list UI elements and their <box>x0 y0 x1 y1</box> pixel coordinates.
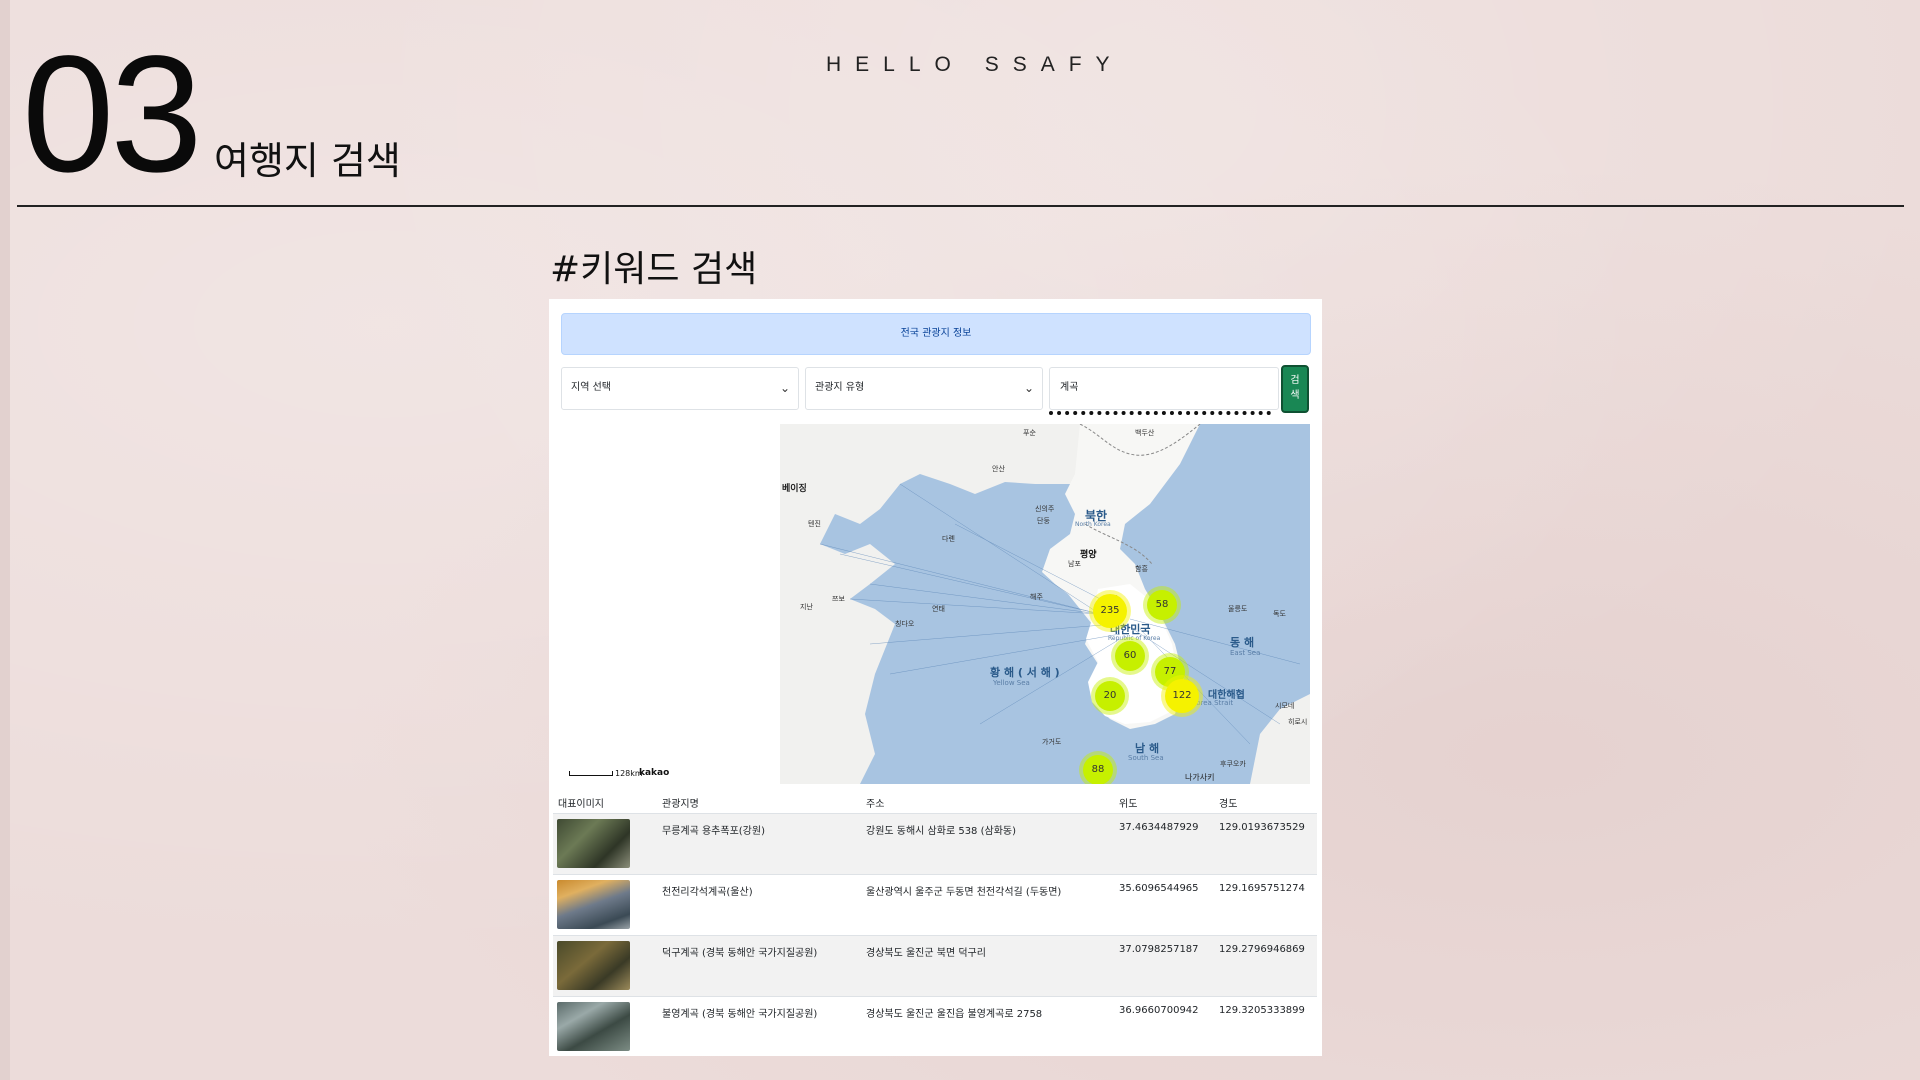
attraction-name: 무릉계곡 용추폭포(강원) <box>662 826 765 837</box>
map-place-label: 울릉도 <box>1228 605 1248 613</box>
map-place-label: 히로시 <box>1288 718 1308 726</box>
attraction-name: 덕구계곡 (경북 동해안 국가지질공원) <box>662 948 818 959</box>
attraction-longitude: 129.0193673529 <box>1219 822 1305 833</box>
region-select-label: 지역 선택 <box>571 382 611 393</box>
map-place-label: 백두산 <box>1135 429 1155 437</box>
map-place-label: 후쿠오카 <box>1220 760 1246 768</box>
slide-number: 03 <box>22 22 203 207</box>
info-banner: 전국 관광지 정보 <box>561 313 1311 355</box>
map-view[interactable]: 베이징 텐진 다롄 지난 쯔보 칭다오 안산 단둥 신의주 북한 North Korea 평양 남포 함흥… <box>780 424 1310 784</box>
column-header: 위도 <box>1119 799 1138 810</box>
map-place-label: 안산 <box>992 465 1005 473</box>
map-place-label: 칭다오 <box>895 620 915 628</box>
attraction-thumbnail <box>557 1002 630 1051</box>
map-blank-area <box>561 424 780 784</box>
kakao-logo: kakao <box>639 768 670 778</box>
attraction-thumbnail <box>557 941 630 990</box>
attraction-name: 불영계곡 (경북 동해안 국가지질공원) <box>662 1009 818 1020</box>
table-row[interactable]: 덕구계곡 (경북 동해안 국가지질공원) 경상북도 울진군 북면 덕구리 37.… <box>553 935 1317 996</box>
map-place-label: 베이징 <box>782 484 807 494</box>
map-place-label: 해주 <box>1030 593 1043 601</box>
marker-cluster-count: 58 <box>1147 590 1177 620</box>
type-select[interactable]: 관광지 유형 ⌄ <box>805 367 1043 410</box>
map-place-label: 황 해 ( 서 해 ) <box>990 666 1060 679</box>
column-header: 관광지명 <box>662 799 699 810</box>
attraction-latitude: 36.9660700942 <box>1119 1005 1199 1016</box>
map-place-label: East Sea <box>1230 649 1261 657</box>
column-header: 주소 <box>866 799 885 810</box>
chevron-down-icon: ⌄ <box>779 381 790 395</box>
attraction-latitude: 37.4634487929 <box>1119 822 1199 833</box>
attraction-address: 강원도 동해시 삼화로 538 (삼화동) <box>866 826 1017 837</box>
marker-cluster-count: 122 <box>1165 679 1199 713</box>
map-place-label: 함흥 <box>1135 565 1148 573</box>
attraction-longitude: 129.1695751274 <box>1219 883 1305 894</box>
attraction-address: 경상북도 울진군 울진읍 불영계곡로 2758 <box>866 1009 1043 1020</box>
table-row[interactable]: 천전리각석계곡(울산) 울산광역시 울주군 두동면 천전각석길 (두동면) 35… <box>553 874 1317 935</box>
map-place-label: 쯔보 <box>832 595 845 603</box>
keyword-input[interactable]: 계곡 <box>1049 367 1279 410</box>
attraction-name: 천전리각석계곡(울산) <box>662 887 753 898</box>
marker-cluster-count: 60 <box>1115 641 1145 671</box>
marker-cluster-count: 235 <box>1093 594 1127 628</box>
slide-edge <box>0 0 10 1080</box>
map-place-label: 신의주 <box>1035 505 1055 513</box>
map-place-label: 평양 <box>1080 550 1097 560</box>
marker-cluster-count: 88 <box>1083 755 1113 784</box>
attraction-latitude: 37.0798257187 <box>1119 944 1199 955</box>
table-row[interactable]: 무릉계곡 용추폭포(강원) 강원도 동해시 삼화로 538 (삼화동) 37.4… <box>553 813 1317 874</box>
map-place-label: 독도 <box>1273 610 1286 618</box>
map-place-label: 가거도 <box>1042 738 1062 746</box>
attraction-address: 경상북도 울진군 북면 덕구리 <box>866 948 986 959</box>
map-place-label: South Sea <box>1128 754 1164 762</box>
map-place-label: 남포 <box>1068 560 1081 568</box>
column-header: 대표이미지 <box>558 799 604 810</box>
attraction-longitude: 129.2796946869 <box>1219 944 1305 955</box>
map-place-label: 단둥 <box>1037 517 1050 525</box>
attraction-address: 울산광역시 울주군 두동면 천전각석길 (두동면) <box>866 887 1062 898</box>
chevron-down-icon: ⌄ <box>1023 381 1034 395</box>
map-place-label: 텐진 <box>808 520 821 528</box>
map-place-label: 연태 <box>932 605 945 613</box>
type-select-label: 관광지 유형 <box>815 382 865 393</box>
map-place-label: 다롄 <box>942 535 955 543</box>
search-button[interactable]: 검색 <box>1281 365 1309 413</box>
attraction-thumbnail <box>557 880 630 929</box>
map-place-label: 시모네 <box>1275 702 1295 710</box>
map-place-label: North Korea <box>1075 521 1111 528</box>
table-row[interactable]: 불영계곡 (경북 동해안 국가지질공원) 경상북도 울진군 울진읍 불영계곡로 … <box>553 996 1317 1056</box>
marker-cluster-count: 20 <box>1095 681 1125 711</box>
map-place-label: 나가사키 <box>1185 773 1215 782</box>
section-title: #키워드 검색 <box>550 249 758 290</box>
attraction-longitude: 129.3205333899 <box>1219 1005 1305 1016</box>
region-select[interactable]: 지역 선택 ⌄ <box>561 367 799 410</box>
column-header: 경도 <box>1219 799 1238 810</box>
table-header: 대표이미지 관광지명 주소 위도 경도 <box>549 789 1322 813</box>
map-place-label: 지난 <box>800 603 813 611</box>
focus-indicator <box>1049 411 1271 415</box>
map-place-label: 동 해 <box>1230 636 1255 649</box>
search-button-label: 검색 <box>1290 375 1300 401</box>
brand-text: HELLO SSAFY <box>826 53 1124 76</box>
map-place-label: 푸순 <box>1023 429 1036 437</box>
slide-title: 여행지 검색 <box>214 139 401 183</box>
map-place-label: Yellow Sea <box>993 679 1030 687</box>
header-divider <box>17 205 1904 207</box>
map-scale: 128km <box>569 769 643 778</box>
attraction-thumbnail <box>557 819 630 868</box>
attraction-latitude: 35.6096544965 <box>1119 883 1199 894</box>
app-screenshot: 전국 관광지 정보 지역 선택 ⌄ 관광지 유형 ⌄ 계곡 검색 베이징 텐진 … <box>549 299 1322 1056</box>
